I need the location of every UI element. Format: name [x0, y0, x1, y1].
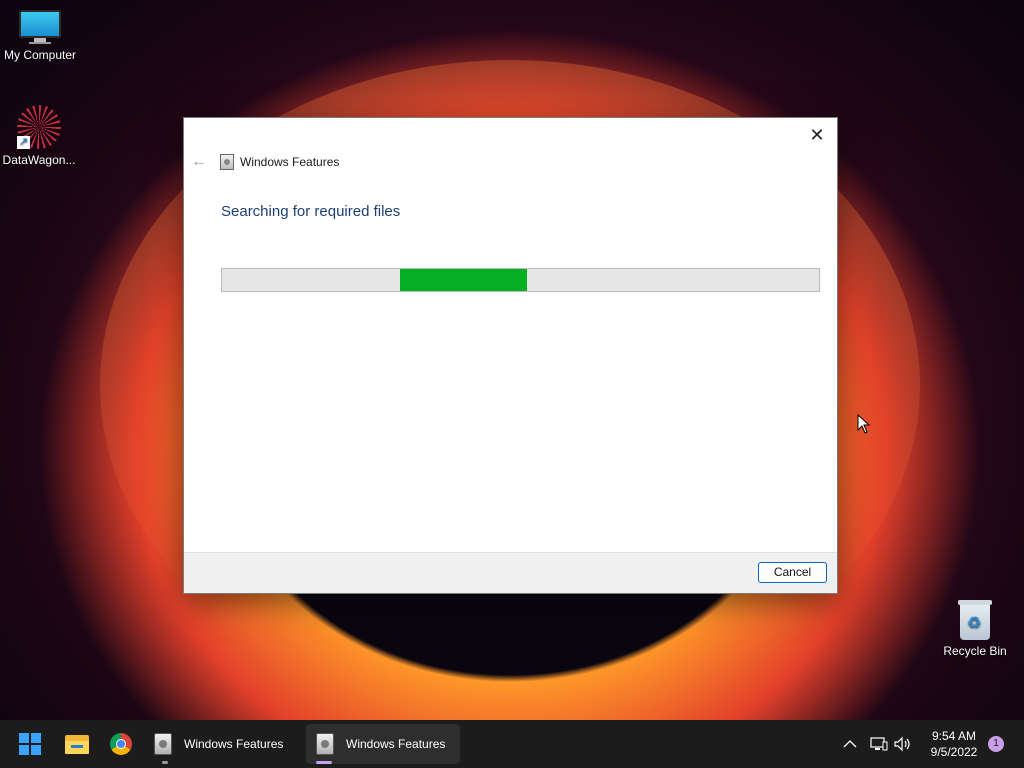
- clock-date: 9/5/2022: [930, 745, 978, 759]
- desktop-icon-label: My Computer: [3, 48, 77, 62]
- monitor-icon: [19, 10, 61, 44]
- speaker-icon: [894, 736, 910, 752]
- windows-features-icon: [154, 733, 172, 755]
- chevron-up-icon: [843, 740, 857, 748]
- close-button[interactable]: ✕: [805, 123, 829, 147]
- progress-bar: [221, 268, 820, 292]
- active-indicator: [316, 761, 332, 764]
- cancel-button[interactable]: Cancel: [758, 562, 827, 583]
- windows-features-icon: [316, 733, 334, 755]
- desktop-icon-label: Recycle Bin: [943, 644, 1007, 658]
- start-button[interactable]: [19, 724, 47, 764]
- datawagon-icon: ↗: [17, 105, 61, 149]
- clock-time: 9:54 AM: [931, 729, 977, 743]
- running-indicator: [162, 761, 168, 764]
- desktop-icon-recycle-bin[interactable]: ♻ Recycle Bin: [935, 598, 1015, 658]
- dialog-footer: Cancel: [184, 552, 837, 593]
- dialog-title: Windows Features: [240, 155, 340, 169]
- folder-icon: [65, 734, 89, 754]
- windows-logo-icon: [19, 733, 41, 755]
- chrome-icon: [110, 733, 132, 755]
- taskbar-item-label: Windows Features: [184, 737, 284, 751]
- network-icon: [870, 737, 888, 751]
- network-status[interactable]: [870, 720, 888, 768]
- taskbar-item-label: Windows Features: [346, 737, 446, 751]
- desktop-icon-label: DataWagon...: [2, 153, 76, 167]
- progress-marquee: [400, 269, 527, 291]
- desktop-icon-my-computer[interactable]: My Computer: [0, 10, 80, 62]
- back-arrow-icon[interactable]: ←: [191, 153, 207, 171]
- taskbar-windows-features-2[interactable]: Windows Features: [306, 724, 460, 764]
- recycle-bin-icon: ♻: [958, 598, 992, 640]
- tray-overflow-chevron[interactable]: [843, 720, 857, 768]
- taskbar: Windows Features Windows Features 9:54 A…: [0, 720, 1024, 768]
- desktop-icon-datawagon[interactable]: ↗ DataWagon...: [0, 105, 79, 167]
- taskbar-windows-features-1[interactable]: Windows Features: [146, 724, 296, 764]
- volume-control[interactable]: [894, 720, 912, 768]
- windows-features-icon: [220, 154, 234, 170]
- clock[interactable]: 9:54 AM 9/5/2022: [916, 728, 992, 760]
- windows-features-dialog: ✕ ← Windows Features Searching for requi…: [183, 117, 838, 594]
- taskbar-file-explorer[interactable]: [65, 724, 89, 764]
- shortcut-arrow-icon: ↗: [17, 136, 30, 149]
- status-heading: Searching for required files: [221, 203, 401, 220]
- notification-badge[interactable]: 1: [988, 736, 1004, 752]
- taskbar-chrome[interactable]: [110, 724, 132, 764]
